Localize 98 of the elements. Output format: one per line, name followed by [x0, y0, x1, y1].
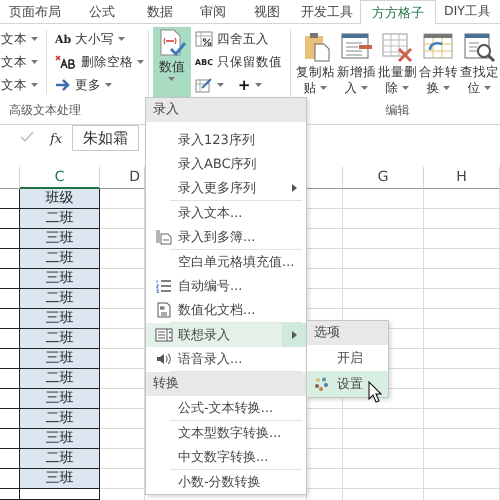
case-icon: Ab — [55, 32, 72, 46]
caret-icon — [31, 37, 38, 41]
ribbon-tab[interactable]: 审阅 — [186, 0, 240, 24]
ribbon-tab[interactable]: 公式 — [70, 0, 134, 24]
arrow-icon — [55, 79, 71, 91]
menu-item[interactable]: 录入ABC序列 — [146, 152, 306, 176]
dropdown-button[interactable]: 删除空格 — [55, 53, 144, 71]
menu-item[interactable]: 空白单元格填充值... — [146, 250, 306, 274]
abc-icon: ABC — [194, 58, 214, 66]
menu-item[interactable]: 录入123序列 — [146, 128, 306, 152]
table-cell: 三班 — [20, 389, 100, 409]
ribbon-tab[interactable]: 方方格子 — [360, 0, 436, 25]
table-cell: 三班 — [20, 349, 100, 369]
dropdown-button[interactable]: + — [238, 76, 262, 94]
percent-grid-icon — [194, 31, 213, 47]
menu-item[interactable]: 语音录入... — [146, 347, 306, 371]
table-cell: 三班 — [20, 269, 100, 289]
edit-grid-icon — [194, 77, 213, 93]
caret-icon — [31, 60, 38, 64]
ribbon-button[interactable]: 查找定 位 — [459, 32, 500, 96]
table-cell: 三班 — [20, 469, 100, 489]
column-header[interactable]: G — [343, 167, 424, 189]
table-cell: 二班 — [20, 249, 100, 269]
table-cell: 三班 — [20, 429, 100, 449]
ribbon-button[interactable]: 合并转 换 — [418, 32, 459, 96]
check-icon[interactable] — [20, 131, 34, 143]
numbered-list-icon — [156, 278, 172, 294]
submenu-header: 选项 — [307, 321, 388, 345]
table-cell: 二班 — [20, 409, 100, 429]
table-cell: 二班 — [20, 329, 100, 349]
document-icon — [157, 302, 171, 318]
remove-spaces-icon — [55, 55, 77, 69]
menu-item[interactable]: 设置 — [307, 371, 388, 397]
submenu-arrow-icon — [292, 331, 296, 339]
menu-item[interactable]: 录入更多序列 — [146, 176, 306, 200]
caret-icon — [31, 83, 38, 87]
menu-item[interactable]: 小数-分数转换 — [146, 470, 306, 494]
caret-icon — [137, 60, 144, 64]
search-icon — [464, 32, 496, 62]
ribbon-button[interactable]: 批量删 除 — [377, 32, 418, 96]
ribbon-tab[interactable]: DIY工具 — [436, 0, 500, 24]
menu-item[interactable]: 文本型数字转换... — [146, 421, 306, 445]
caret-icon — [168, 77, 176, 81]
ribbon-tab[interactable]: 视图 — [240, 0, 294, 24]
table-cell: 三班 — [20, 229, 100, 249]
dropdown-button[interactable]: Ab 大小写 — [55, 30, 144, 48]
menu-item[interactable]: 数值化文档... — [146, 298, 306, 322]
menu-section-header: 转换 — [146, 372, 306, 396]
ribbon-button[interactable]: 新增插 入 — [336, 32, 377, 96]
caret-icon — [361, 86, 368, 90]
menu-item[interactable]: 公式-文本转换... — [146, 396, 306, 420]
number-button[interactable]: 数值 — [152, 27, 191, 97]
dropdown-button[interactable]: 文本 — [1, 76, 38, 94]
column-header[interactable]: H — [424, 167, 500, 189]
caret-icon — [254, 83, 262, 87]
delete-grid-icon — [382, 32, 414, 62]
caret-icon — [402, 86, 410, 90]
table-cell: 二班 — [20, 209, 100, 229]
ribbon-tab[interactable]: 页面布局 — [0, 0, 70, 24]
group-label: 高级文本处理 — [8, 102, 82, 119]
group-label: 编辑 — [384, 102, 410, 119]
submenu-arrow-icon — [292, 184, 296, 192]
panel-icon — [155, 328, 173, 342]
table-cell: 二班 — [20, 289, 100, 309]
formula-field[interactable]: 朱如霜 — [72, 125, 140, 151]
table-cell: 二班 — [20, 449, 100, 469]
caret-icon — [118, 37, 126, 41]
caret-icon — [216, 83, 224, 87]
caret-icon — [484, 86, 492, 90]
table-cell: 二班 — [20, 369, 100, 389]
workbooks-icon — [156, 229, 172, 245]
dropdown-button[interactable]: 文本 — [1, 30, 38, 48]
caret-icon — [105, 83, 112, 87]
menu-item[interactable]: 自动编号... — [146, 274, 306, 298]
tool-button[interactable]: 四舍五入 — [194, 30, 282, 48]
menu-item[interactable]: 录入文本... — [146, 201, 306, 225]
dropdown-button[interactable] — [194, 76, 224, 94]
speaker-icon — [156, 352, 172, 366]
caret-icon — [320, 86, 328, 90]
table-cell: 班级 — [20, 189, 100, 209]
dropdown-button[interactable]: 文本 — [1, 53, 38, 71]
menu-item[interactable]: 开启 — [307, 345, 388, 371]
menu-item[interactable]: 录入到多簿... — [146, 225, 306, 249]
column-header[interactable] — [0, 167, 20, 189]
menu-item[interactable]: 联想录入 — [146, 323, 306, 347]
ribbon-tab[interactable]: 数据 — [134, 0, 186, 24]
table-cell — [0, 489, 20, 500]
caret-icon — [443, 86, 450, 90]
menu-item[interactable]: 中文数字转换... — [146, 445, 306, 469]
ribbon-button[interactable]: 复制粘 贴 — [295, 32, 336, 96]
document-check-icon — [158, 29, 186, 57]
dropdown-button[interactable]: 更多 — [55, 76, 144, 94]
tool-button[interactable]: ABC 只保留数值 — [194, 53, 282, 71]
menu-section-header: 录入 — [146, 98, 306, 122]
dots-icon — [315, 377, 329, 391]
table-cell: 三班 — [20, 309, 100, 329]
ribbon-tab[interactable]: 开发工具 — [294, 0, 360, 24]
function-button[interactable]: fx — [50, 132, 62, 147]
